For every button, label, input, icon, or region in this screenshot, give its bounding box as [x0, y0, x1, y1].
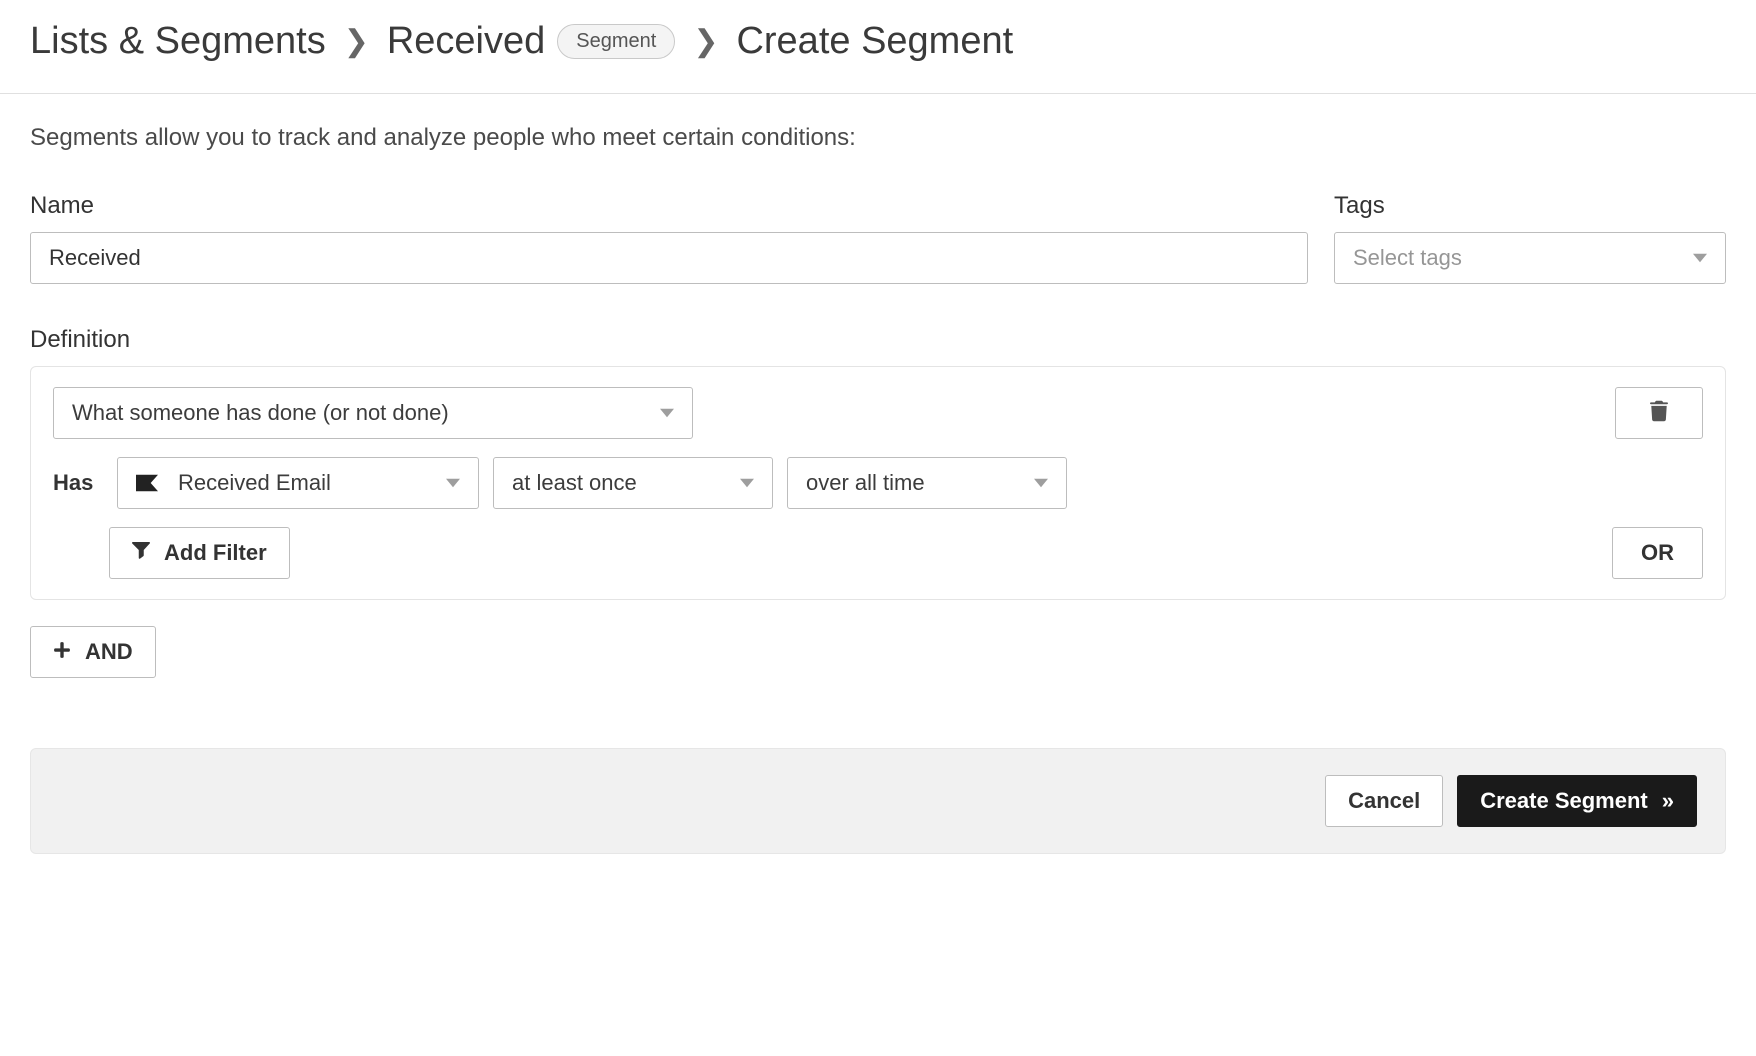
add-filter-button[interactable]: Add Filter	[109, 527, 290, 579]
segment-type-badge: Segment	[557, 24, 675, 59]
condition-type-value: What someone has done (or not done)	[72, 400, 449, 426]
chevron-down-icon	[1034, 478, 1048, 488]
flag-icon	[136, 474, 158, 492]
or-button[interactable]: OR	[1612, 527, 1703, 579]
chevron-down-icon	[740, 478, 754, 488]
footer-actions: Cancel Create Segment »	[30, 748, 1726, 854]
frequency-value: at least once	[512, 470, 637, 496]
chevron-right-icon: ❯	[344, 24, 369, 59]
chevron-down-icon	[1693, 253, 1707, 263]
chevron-right-icon: ❯	[693, 24, 718, 59]
tags-select[interactable]: Select tags	[1334, 232, 1726, 284]
timeframe-value: over all time	[806, 470, 925, 496]
create-label: Create Segment	[1480, 788, 1648, 814]
event-select[interactable]: Received Email	[117, 457, 479, 509]
delete-condition-button[interactable]	[1615, 387, 1703, 439]
breadcrumb-current: Create Segment	[736, 20, 1013, 63]
definition-label: Definition	[30, 326, 1726, 354]
event-value: Received Email	[178, 470, 331, 496]
tags-label: Tags	[1334, 192, 1726, 220]
and-button[interactable]: AND	[30, 626, 156, 678]
name-label: Name	[30, 192, 1308, 220]
intro-text: Segments allow you to track and analyze …	[30, 124, 1726, 152]
create-segment-button[interactable]: Create Segment »	[1457, 775, 1697, 827]
chevron-down-icon	[660, 408, 674, 418]
frequency-select[interactable]: at least once	[493, 457, 773, 509]
plus-icon	[53, 639, 71, 665]
filter-icon	[132, 540, 150, 566]
breadcrumb-root-link[interactable]: Lists & Segments	[30, 20, 326, 63]
raquo-icon: »	[1662, 788, 1674, 814]
condition-type-select[interactable]: What someone has done (or not done)	[53, 387, 693, 439]
cancel-label: Cancel	[1348, 788, 1420, 814]
breadcrumb-mid-link[interactable]: Received	[387, 20, 545, 63]
definition-group: What someone has done (or not done) Has	[30, 366, 1726, 600]
or-label: OR	[1641, 540, 1674, 566]
trash-icon	[1650, 400, 1668, 427]
name-input[interactable]	[30, 232, 1308, 284]
breadcrumb: Lists & Segments ❯ Received Segment ❯ Cr…	[0, 0, 1756, 94]
chevron-down-icon	[446, 478, 460, 488]
has-label: Has	[53, 470, 103, 496]
add-filter-label: Add Filter	[164, 540, 267, 566]
and-label: AND	[85, 639, 133, 665]
tags-placeholder: Select tags	[1353, 245, 1462, 271]
cancel-button[interactable]: Cancel	[1325, 775, 1443, 827]
timeframe-select[interactable]: over all time	[787, 457, 1067, 509]
